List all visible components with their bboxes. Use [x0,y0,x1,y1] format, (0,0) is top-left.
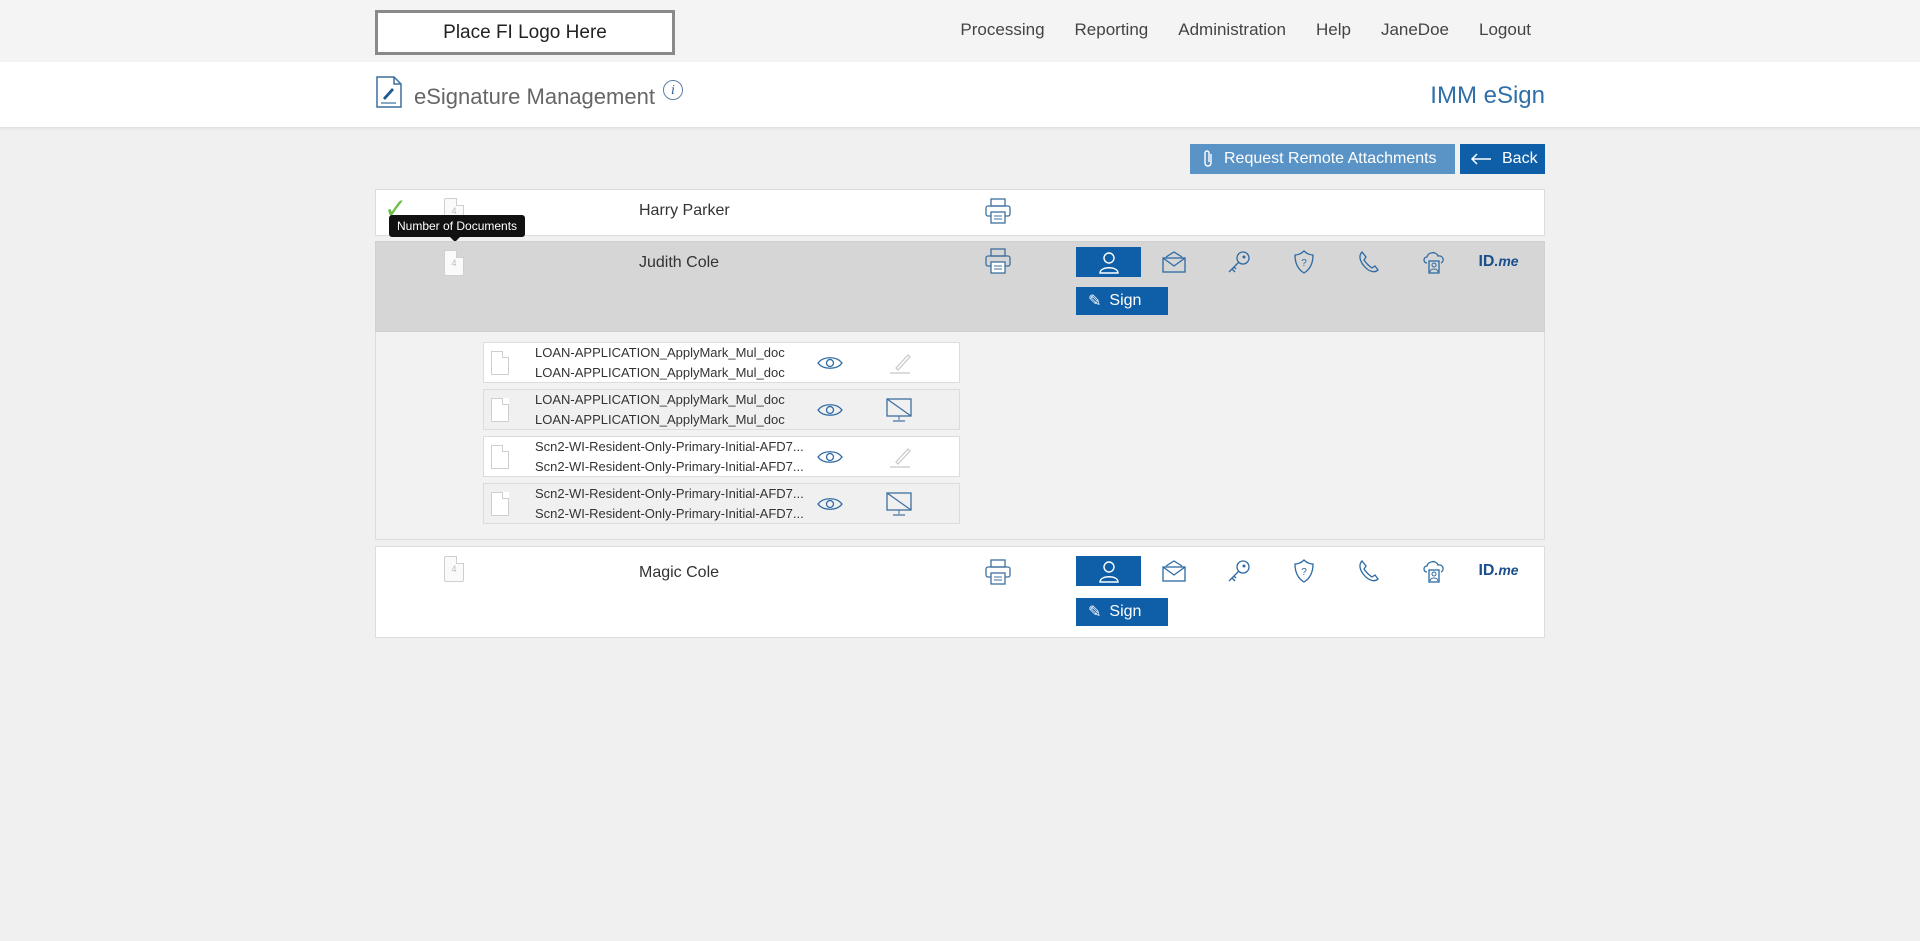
cloud-user-icon[interactable] [1401,556,1466,586]
document-name: Scn2-WI-Resident-Only-Primary-Initial-AF… [535,486,804,501]
document-name-secondary: Scn2-WI-Resident-Only-Primary-Initial-AF… [535,459,804,474]
info-icon[interactable]: i [663,80,683,100]
shield-question-icon[interactable]: ? [1271,247,1336,277]
nav-help[interactable]: Help [1316,20,1351,40]
email-icon[interactable] [1141,247,1206,277]
phone-icon[interactable] [1336,247,1401,277]
printer-icon[interactable] [984,248,1012,274]
signer-row-expanded[interactable]: 4 Judith Cole ? ID.me ✎ Sign [375,241,1545,332]
signer-name: Magic Cole [639,564,720,581]
svg-text:?: ? [1301,258,1307,269]
phone-icon[interactable] [1336,556,1401,586]
request-remote-attachments-button[interactable]: Request Remote Attachments [1190,144,1455,174]
document-row[interactable]: LOAN-APPLICATION_ApplyMark_Mul_doc LOAN-… [483,342,960,383]
nav-processing[interactable]: Processing [960,20,1044,40]
document-name-secondary: Scn2-WI-Resident-Only-Primary-Initial-AF… [535,506,804,521]
tooltip-number-of-documents: Number of Documents [389,215,526,242]
fi-logo-placeholder[interactable]: Place FI Logo Here [375,10,675,55]
request-remote-attachments-label: Request Remote Attachments [1224,150,1437,167]
signer-name: Judith Cole [639,254,720,271]
auth-method-group: ? ID.me [1076,247,1531,277]
printer-icon[interactable] [984,198,1012,224]
file-icon [491,445,509,469]
in-person-icon[interactable] [1076,556,1141,586]
sign-label: Sign [1109,603,1142,620]
file-icon [491,351,509,375]
sign-button[interactable]: ✎ Sign [1076,287,1168,315]
id-me-text: ID.me [1478,562,1519,579]
sign-label: Sign [1109,292,1142,309]
pen-icon: ✎ [1088,293,1102,310]
document-name-secondary: LOAN-APPLICATION_ApplyMark_Mul_doc [535,365,785,380]
documents-panel: LOAN-APPLICATION_ApplyMark_Mul_doc LOAN-… [375,332,1545,540]
key-icon[interactable] [1206,247,1271,277]
document-row[interactable]: Scn2-WI-Resident-Only-Primary-Initial-AF… [483,483,960,524]
page-header: eSignature Management i IMM eSign [0,62,1920,128]
document-row[interactable]: LOAN-APPLICATION_ApplyMark_Mul_doc LOAN-… [483,389,960,430]
esignature-document-icon [376,76,402,108]
document-name: LOAN-APPLICATION_ApplyMark_Mul_doc [535,345,785,360]
signer-row[interactable]: ✓ 4 Harry Parker [375,189,1545,236]
cloud-user-icon[interactable] [1401,247,1466,277]
signer-row[interactable]: 4 Magic Cole ? ID.me ✎ Sign [375,546,1545,638]
no-display-icon[interactable] [884,397,914,423]
document-name: Scn2-WI-Resident-Only-Primary-Initial-AF… [535,439,804,454]
page-title: eSignature Management [414,84,655,109]
document-count-icon[interactable]: 4 [444,556,464,582]
document-name-secondary: LOAN-APPLICATION_ApplyMark_Mul_doc [535,412,785,427]
key-icon[interactable] [1206,556,1271,586]
shield-question-icon[interactable]: ? [1271,556,1336,586]
nav-logout[interactable]: Logout [1479,20,1531,40]
top-bar: Place FI Logo Here Processing Reporting … [0,0,1920,62]
sign-button[interactable]: ✎ Sign [1076,598,1168,626]
file-icon [491,398,509,422]
app-name: IMM eSign [1430,82,1545,109]
auth-method-group: ? ID.me [1076,556,1531,586]
id-me-text: ID.me [1478,253,1519,270]
pen-icon: ✎ [1088,604,1102,621]
back-button[interactable]: Back [1460,144,1545,174]
id-me-logo[interactable]: ID.me [1466,247,1531,277]
view-eye-icon[interactable] [816,447,844,467]
id-me-logo[interactable]: ID.me [1466,556,1531,586]
sign-pen-icon[interactable] [884,350,914,376]
email-icon[interactable] [1141,556,1206,586]
document-row[interactable]: Scn2-WI-Resident-Only-Primary-Initial-AF… [483,436,960,477]
view-eye-icon[interactable] [816,353,844,373]
sign-pen-icon[interactable] [884,444,914,470]
no-display-icon[interactable] [884,491,914,517]
paperclip-icon [1204,150,1212,167]
nav-administration[interactable]: Administration [1178,20,1286,40]
top-nav: Processing Reporting Administration Help… [930,20,1531,40]
printer-icon[interactable] [984,559,1012,585]
document-name: LOAN-APPLICATION_ApplyMark_Mul_doc [535,392,785,407]
view-eye-icon[interactable] [816,494,844,514]
file-icon [491,492,509,516]
document-count-icon[interactable]: 4 [444,250,464,276]
svg-text:?: ? [1301,567,1307,578]
in-person-icon[interactable] [1076,247,1141,277]
back-label: Back [1502,150,1538,167]
nav-user[interactable]: JaneDoe [1381,20,1449,40]
nav-reporting[interactable]: Reporting [1075,20,1149,40]
arrow-left-icon [1470,153,1491,165]
view-eye-icon[interactable] [816,400,844,420]
signer-name: Harry Parker [639,202,730,219]
